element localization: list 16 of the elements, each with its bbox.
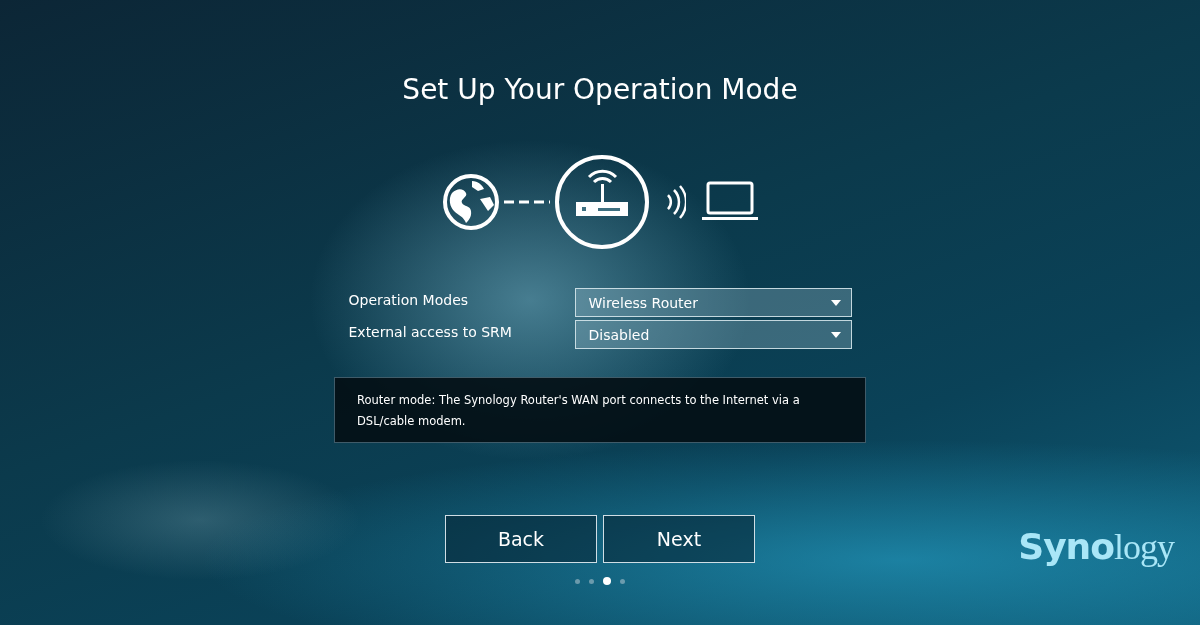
dropdown-field[interactable]: Wireless Router xyxy=(574,288,852,317)
wireless-signal-icon xyxy=(666,184,686,220)
nav-button[interactable]: Back xyxy=(445,515,597,563)
brand-logo: Synology xyxy=(1018,526,1174,568)
dashed-line xyxy=(504,200,550,204)
globe-icon xyxy=(442,173,500,231)
field-label: Operation Modes xyxy=(348,291,470,308)
caret-icon xyxy=(830,299,841,306)
dropdown-field[interactable]: Disabled xyxy=(574,320,852,349)
caret-icon xyxy=(830,331,841,338)
field-label: External access to SRM xyxy=(348,323,513,340)
mode-description: Router mode: The Synology Router's WAN port connects to the Internet via a DSL/cable modem. xyxy=(334,377,866,443)
page-title: Set Up Your Operation Mode xyxy=(402,72,798,108)
nav-button[interactable]: Next xyxy=(603,515,755,563)
router-icon xyxy=(554,154,650,250)
laptop-icon xyxy=(702,181,758,223)
